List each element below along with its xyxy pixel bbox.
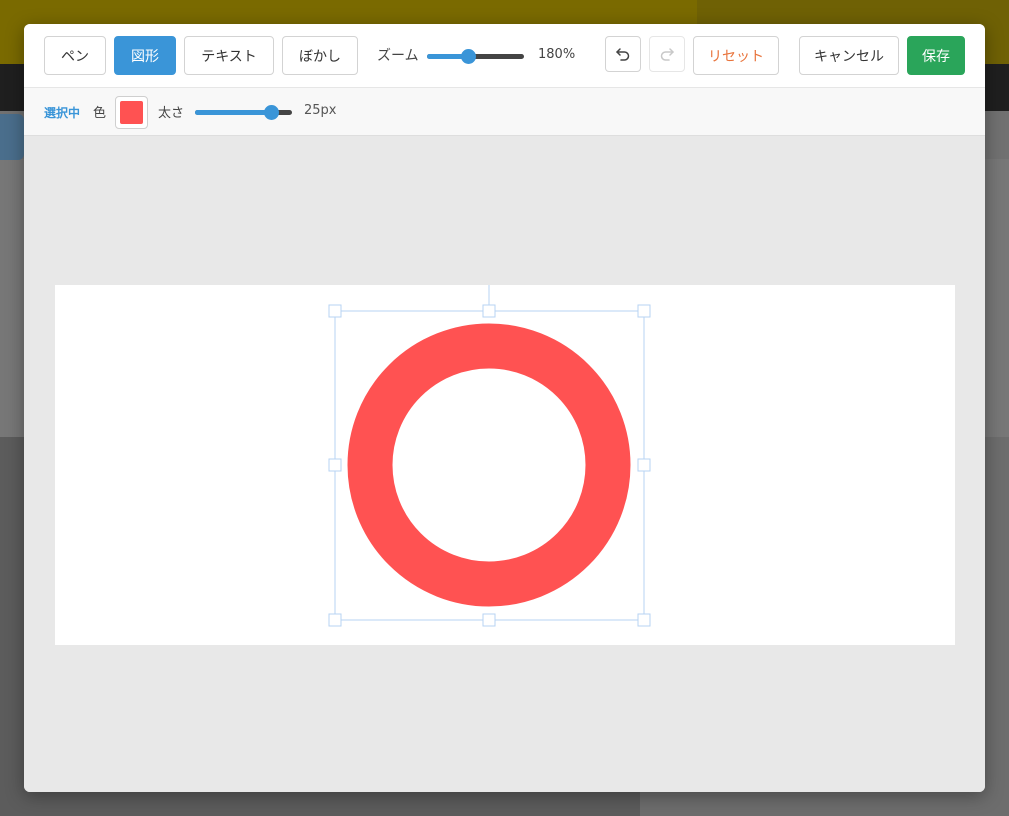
color-picker-button[interactable] (115, 96, 148, 129)
resize-handle-left[interactable] (328, 458, 342, 472)
color-swatch (120, 101, 143, 124)
thickness-value: 25px (304, 103, 337, 118)
editor-toolbar: ペン 図形 テキスト ぼかし ズーム 180% リセット キャンセル 保存 (24, 24, 985, 88)
tool-shape-button[interactable]: 図形 (114, 36, 176, 75)
zoom-slider-handle[interactable] (460, 49, 476, 64)
resize-handle-bottom-right[interactable] (637, 613, 651, 627)
thickness-label: 太さ (158, 106, 185, 121)
circle-shape[interactable] (347, 323, 631, 607)
selection-status: 選択中 (44, 106, 81, 120)
cancel-button[interactable]: キャンセル (799, 36, 899, 75)
redo-icon (660, 48, 674, 61)
resize-handle-bottom[interactable] (482, 613, 496, 627)
canvas-drawing (328, 285, 651, 627)
resize-handle-bottom-left[interactable] (328, 613, 342, 627)
tool-pen-button[interactable]: ペン (44, 36, 106, 75)
shape-options-bar: 選択中 色 太さ 25px (24, 88, 985, 136)
reset-button[interactable]: リセット (693, 36, 779, 75)
redo-button[interactable] (649, 36, 685, 72)
resize-handle-top[interactable] (482, 304, 496, 318)
undo-button[interactable] (605, 36, 641, 72)
zoom-slider[interactable] (427, 49, 524, 64)
color-label: 色 (93, 106, 107, 121)
zoom-label: ズーム (377, 48, 419, 64)
background-side-tab (0, 114, 24, 160)
save-button[interactable]: 保存 (907, 36, 965, 75)
tool-text-button[interactable]: テキスト (184, 36, 274, 75)
zoom-value: 180% (538, 47, 576, 62)
undo-icon (616, 48, 630, 61)
resize-handle-top-right[interactable] (637, 304, 651, 318)
resize-handle-right[interactable] (637, 458, 651, 472)
thickness-slider-fill (195, 110, 271, 115)
drawing-canvas[interactable] (55, 285, 955, 645)
tool-blur-button[interactable]: ぼかし (282, 36, 358, 75)
canvas-area[interactable] (24, 137, 985, 792)
resize-handle-top-left[interactable] (328, 304, 342, 318)
thickness-slider[interactable] (195, 105, 292, 120)
image-editor-modal: ペン 図形 テキスト ぼかし ズーム 180% リセット キャンセル 保存 選択… (24, 24, 985, 792)
thickness-slider-handle[interactable] (263, 105, 279, 120)
